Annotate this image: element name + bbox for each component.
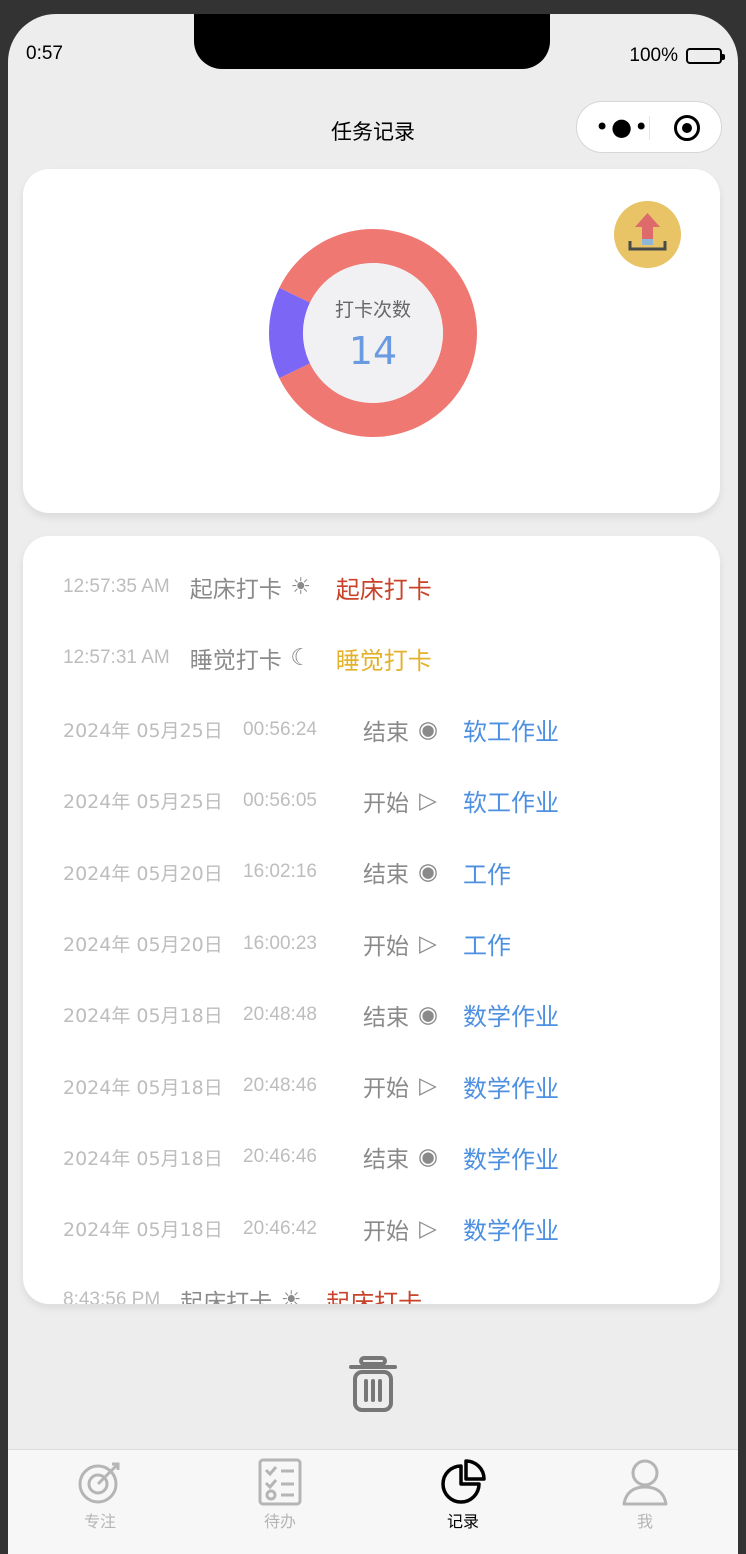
record-row: 12:57:35 AM 起床打卡 ☀ 起床打卡: [63, 567, 432, 607]
record-action: 起床打卡: [180, 1290, 273, 1304]
more-icon[interactable]: •●•: [595, 115, 650, 139]
record-action: 睡觉打卡: [189, 648, 282, 675]
record-clock: 20:46:46: [243, 1146, 317, 1168]
play-icon: ▷: [419, 1215, 437, 1242]
play-icon: ▷: [419, 787, 437, 814]
trash-icon[interactable]: [348, 1354, 398, 1414]
record-action: 开始: [363, 1218, 409, 1245]
record-action: 结束: [363, 1147, 409, 1174]
record-task: 起床打卡: [326, 1288, 423, 1305]
record-task: 工作: [463, 932, 511, 960]
stats-card: 打卡次数 14: [23, 169, 720, 513]
mini-program-capsule: •●•: [576, 101, 722, 153]
record-clock: 20:46:42: [243, 1217, 317, 1239]
record-task: 起床打卡: [335, 575, 432, 604]
record-task: 数学作业: [463, 1003, 559, 1032]
stop-icon: ◉: [417, 1144, 439, 1171]
record-clock: 00:56:05: [243, 789, 317, 811]
record-action: 结束: [363, 862, 409, 889]
battery-icon: [686, 48, 725, 64]
pie-chart-icon: [441, 1459, 486, 1504]
record-task: 软工作业: [463, 718, 559, 747]
record-action: 开始: [363, 933, 409, 960]
record-time: 8:43:56 PM: [63, 1289, 161, 1304]
upload-icon[interactable]: [614, 201, 681, 268]
phone-frame: 0:57 100% 任务记录 •●• 打卡次数 14 12:57:35 AM 起床…: [8, 14, 738, 1554]
record-task: 软工作业: [463, 789, 559, 818]
tab-label: 记录: [446, 1512, 479, 1531]
close-program-icon[interactable]: [673, 114, 701, 142]
record-row: 8:43:56 PM 起床打卡 ☀ 起床打卡: [63, 1280, 422, 1304]
record-action: 起床打卡: [189, 577, 282, 603]
record-date: 2024年 05月20日: [63, 934, 223, 956]
record-row: 2024年 05月20日 16:02:16 结束 ◉ 工作: [63, 852, 511, 892]
record-action: 开始: [363, 1076, 409, 1103]
record-date: 2024年 05月20日: [63, 862, 223, 885]
sun-icon: ☀: [290, 574, 312, 600]
tab-label: 待办: [263, 1512, 296, 1531]
record-task: 工作: [463, 860, 511, 889]
play-icon: ▷: [419, 930, 437, 957]
tab-me[interactable]: 我: [585, 1458, 705, 1532]
checklist-icon: [258, 1458, 302, 1506]
tab-todo[interactable]: 待办: [220, 1458, 340, 1532]
stop-icon: ◉: [417, 716, 439, 743]
record-time: 12:57:35 AM: [63, 576, 170, 597]
record-clock: 16:02:16: [243, 861, 317, 883]
record-clock: 00:56:24: [243, 718, 317, 740]
record-row: 2024年 05月18日 20:48:48 结束 ◉ 数学作业: [63, 995, 559, 1035]
notch: [194, 14, 550, 69]
focus-target-icon: [78, 1462, 120, 1504]
sun-icon: ☀: [280, 1287, 302, 1304]
tab-label: 我: [636, 1512, 653, 1531]
user-icon: [622, 1459, 668, 1506]
record-date: 2024年 05月18日: [63, 1147, 223, 1170]
record-row: 2024年 05月25日 00:56:24 结束 ◉ 软工作业: [63, 710, 559, 750]
status-battery: 100%: [629, 45, 725, 67]
record-date: 2024年 05月18日: [63, 1005, 223, 1028]
moon-icon: ☾: [290, 645, 312, 672]
record-date: 2024年 05月18日: [63, 1076, 223, 1099]
tab-label: 专注: [83, 1512, 116, 1531]
stop-icon: ◉: [417, 1001, 439, 1028]
record-date: 2024年 05月25日: [63, 720, 223, 743]
record-row: 2024年 05月18日 20:48:46 开始 ▷ 数学作业: [63, 1066, 559, 1106]
tab-focus[interactable]: 专注: [40, 1458, 160, 1532]
record-row: 2024年 05月25日 00:56:05 开始 ▷ 软工作业: [63, 781, 559, 821]
record-task: 数学作业: [463, 1074, 559, 1103]
record-action: 结束: [363, 719, 409, 746]
record-clock: 16:00:23: [243, 932, 317, 954]
record-action: 结束: [363, 1004, 409, 1031]
tab-records[interactable]: 记录: [403, 1458, 523, 1532]
donut-center-value: 14: [348, 329, 398, 373]
play-icon: ▷: [419, 1073, 437, 1100]
record-task: 数学作业: [463, 1145, 559, 1174]
record-task: 睡觉打卡: [335, 646, 432, 675]
donut-center-label: 打卡次数: [334, 299, 411, 321]
record-time: 12:57:31 AM: [63, 647, 170, 669]
record-action: 开始: [363, 790, 409, 817]
record-row: 2024年 05月18日 20:46:42 开始 ▷ 数学作业: [63, 1209, 559, 1249]
status-time: 0:57: [26, 43, 63, 64]
record-row: 12:57:31 AM 睡觉打卡 ☾ 睡觉打卡: [63, 638, 432, 678]
record-row: 2024年 05月18日 20:46:46 结束 ◉ 数学作业: [63, 1137, 559, 1177]
tab-bar: 专注 待办 记录 我: [8, 1449, 738, 1554]
stop-icon: ◉: [417, 859, 439, 886]
record-clock: 20:48:48: [243, 1003, 317, 1025]
record-clock: 20:48:46: [243, 1075, 317, 1097]
record-date: 2024年 05月18日: [63, 1219, 223, 1242]
record-date: 2024年 05月25日: [63, 791, 223, 814]
battery-percent: 100%: [629, 45, 678, 66]
record-list: 12:57:35 AM 起床打卡 ☀ 起床打卡 12:57:31 AM 睡觉打卡 ☾ 睡觉打卡…: [23, 536, 720, 1304]
record-row: 2024年 05月20日 16:00:23 开始 ▷ 工作: [63, 924, 511, 964]
record-task: 数学作业: [463, 1217, 559, 1246]
